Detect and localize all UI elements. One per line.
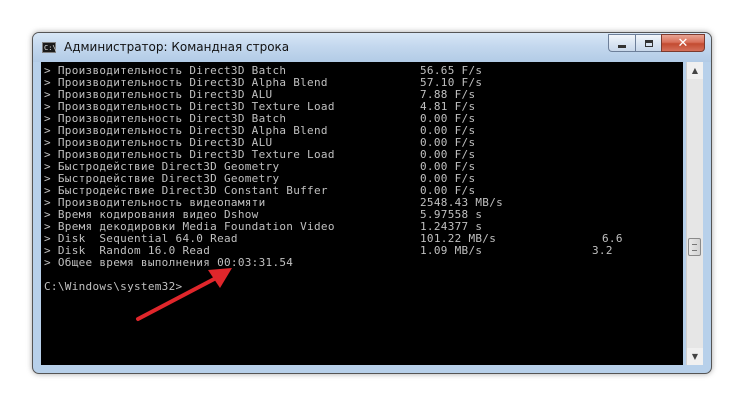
console-app-icon[interactable]: C:\	[42, 42, 57, 53]
close-button[interactable]: ✕	[661, 34, 705, 52]
scroll-down-button[interactable]: ▼	[687, 348, 703, 365]
scroll-up-button[interactable]: ▲	[687, 62, 703, 79]
vertical-scrollbar[interactable]: ▲ ▼	[686, 62, 703, 365]
command-prompt-window: C:\ Администратор: Командная строка ✕ > …	[32, 32, 712, 374]
console-output-area[interactable]: > Производительность Direct3D Batch 56.65…	[41, 62, 683, 365]
console-line-value: 1.09 MB/s	[420, 244, 483, 257]
scroll-up-icon: ▲	[691, 66, 699, 75]
window-controls: ✕	[608, 34, 705, 53]
minimize-icon	[618, 44, 626, 48]
total-runtime-line: > Общее время выполнения 00:03:31.54	[44, 256, 294, 269]
minimize-button[interactable]	[608, 34, 635, 52]
close-icon: ✕	[677, 35, 689, 51]
command-prompt-line[interactable]: C:\Windows\system32>	[44, 281, 335, 293]
maximize-button[interactable]	[635, 34, 661, 52]
title-bar[interactable]: C:\ Администратор: Командная строка ✕	[33, 33, 711, 62]
scrollbar-thumb[interactable]	[688, 238, 701, 256]
console-line-score: 3.2	[592, 244, 613, 257]
maximize-icon	[644, 39, 653, 47]
console-lines: > Производительность Direct3D Batch 56.65…	[44, 65, 622, 293]
window-title: Администратор: Командная строка	[64, 40, 290, 54]
scroll-down-icon: ▼	[691, 352, 699, 361]
